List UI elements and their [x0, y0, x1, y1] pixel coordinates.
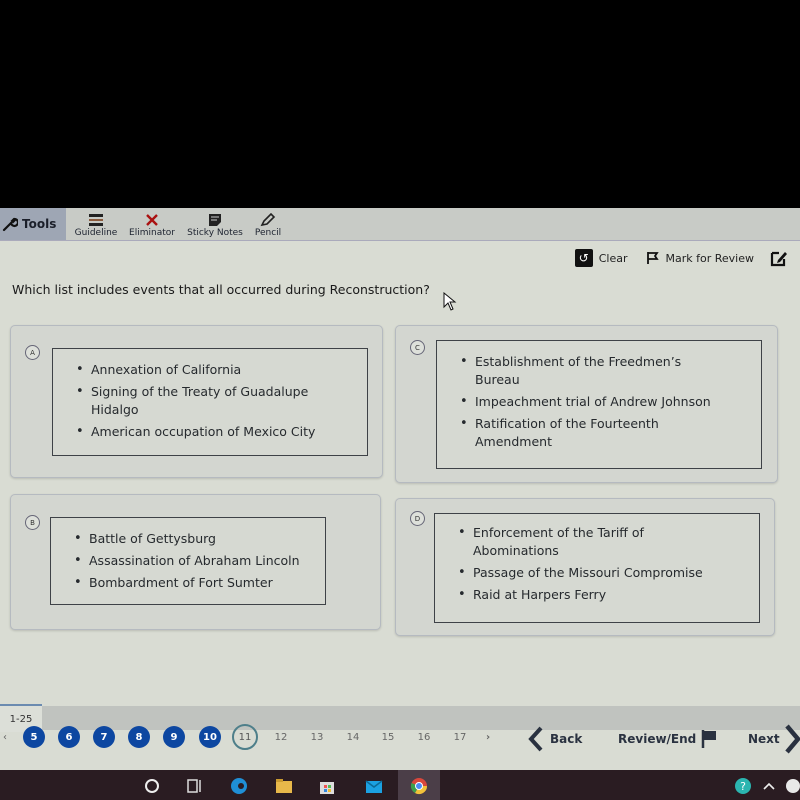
option-a-radio[interactable]: A — [25, 345, 40, 360]
toolbar: Tools Guideline Eliminator Sticky Notes … — [0, 208, 800, 241]
taskbar: ? — [0, 770, 800, 800]
current-page-button[interactable]: 11 — [232, 724, 258, 750]
chevron-right-icon — [784, 724, 800, 754]
back-label: Back — [550, 732, 583, 746]
tools-button[interactable]: Tools — [0, 208, 66, 240]
question-actions: ↺ Clear Mark for Review — [574, 246, 800, 270]
option-d-radio[interactable]: D — [410, 511, 425, 526]
option-c-item: Ratification of the Fourteenth Amendment — [460, 415, 721, 451]
page-button[interactable]: 17 — [449, 726, 471, 748]
page-button[interactable]: 7 — [93, 726, 115, 748]
option-a-item: American occupation of Mexico City — [76, 423, 347, 441]
page-button[interactable]: 14 — [342, 726, 364, 748]
option-b-list-box: Battle of Gettysburg Assassination of Ab… — [50, 517, 326, 605]
next-label: Next — [748, 732, 780, 746]
page-button[interactable]: 10 — [199, 726, 221, 748]
chevron-left-icon — [528, 726, 543, 752]
search-circle-icon[interactable] — [143, 777, 161, 795]
svg-text:?: ? — [740, 780, 746, 793]
option-b-item: Battle of Gettysburg — [74, 530, 325, 548]
question-navigator: 1-25 ‹ 5 6 7 8 9 10 11 12 13 14 15 16 17… — [0, 698, 800, 772]
option-a-list-box: Annexation of California Signing of the … — [52, 348, 368, 456]
edge-browser-icon[interactable] — [230, 777, 248, 795]
eliminator-tool[interactable]: Eliminator — [128, 208, 176, 240]
edit-note-icon[interactable] — [770, 249, 788, 267]
sticky-notes-label: Sticky Notes — [187, 228, 243, 238]
next-pages-arrow[interactable]: › — [477, 726, 499, 748]
option-d-item: Raid at Harpers Ferry — [458, 586, 689, 604]
option-c-item: Establishment of the Freedmen’s Bureau — [460, 353, 721, 389]
option-a-item: Annexation of California — [76, 361, 347, 379]
chrome-browser-icon[interactable] — [410, 777, 428, 795]
chevron-up-icon[interactable] — [760, 777, 778, 795]
option-a-card[interactable]: A Annexation of California Signing of th… — [10, 325, 383, 478]
eliminator-x-icon — [145, 212, 159, 228]
wrench-icon — [2, 217, 18, 232]
page-button[interactable]: 6 — [58, 726, 80, 748]
eliminator-label: Eliminator — [129, 228, 175, 238]
guideline-label: Guideline — [74, 228, 118, 238]
pencil-icon — [260, 212, 276, 228]
option-c-list-box: Establishment of the Freedmen’s Bureau I… — [436, 340, 762, 469]
tray-app-icon[interactable] — [784, 777, 800, 795]
page-button[interactable]: 12 — [270, 726, 292, 748]
flag-icon — [646, 252, 659, 264]
pencil-label: Pencil — [254, 228, 282, 238]
option-c-card[interactable]: C Establishment of the Freedmen’s Bureau… — [395, 325, 778, 483]
option-d-item: Passage of the Missouri Compromise — [458, 564, 759, 582]
back-button[interactable]: Back — [528, 724, 582, 754]
tools-label: Tools — [22, 217, 57, 231]
store-icon[interactable] — [318, 777, 336, 795]
test-screen: Tools Guideline Eliminator Sticky Notes … — [0, 208, 800, 800]
prev-pages-arrow[interactable]: ‹ — [0, 726, 16, 748]
sticky-notes-tool[interactable]: Sticky Notes — [186, 208, 244, 240]
next-button[interactable]: Next — [748, 724, 800, 754]
page-button[interactable]: 16 — [413, 726, 435, 748]
guideline-tool[interactable]: Guideline — [74, 208, 118, 240]
review-end-button[interactable]: Review/End — [618, 724, 718, 754]
mark-for-review-label: Mark for Review — [665, 251, 755, 265]
question-text: Which list includes events that all occu… — [12, 282, 430, 297]
page-button[interactable]: 5 — [23, 726, 45, 748]
file-explorer-icon[interactable] — [275, 777, 293, 795]
clear-label: Clear — [598, 251, 628, 265]
clear-button[interactable]: ↺ Clear — [574, 249, 628, 267]
guideline-icon — [88, 212, 104, 228]
option-b-card[interactable]: B Battle of Gettysburg Assassination of … — [10, 494, 381, 630]
option-b-item: Assassination of Abraham Lincoln — [74, 552, 325, 570]
option-d-item: Enforcement of the Tariff of Abomination… — [458, 524, 689, 560]
help-icon[interactable]: ? — [734, 777, 752, 795]
mouse-cursor-icon — [443, 292, 457, 311]
sticky-note-icon — [208, 212, 222, 228]
page-button[interactable]: 8 — [128, 726, 150, 748]
option-b-item: Bombardment of Fort Sumter — [74, 574, 325, 592]
option-b-radio[interactable]: B — [25, 515, 40, 530]
flag-icon — [702, 730, 717, 748]
mail-icon[interactable] — [365, 777, 383, 795]
option-a-item: Signing of the Treaty of Guadalupe Hidal… — [76, 383, 347, 419]
page-button[interactable]: 9 — [163, 726, 185, 748]
option-c-radio[interactable]: C — [410, 340, 425, 355]
option-c-item: Impeachment trial of Andrew Johnson — [460, 393, 761, 411]
page-button[interactable]: 15 — [377, 726, 399, 748]
pencil-tool[interactable]: Pencil — [252, 208, 284, 240]
task-view-icon[interactable] — [186, 777, 204, 795]
page-button[interactable]: 13 — [306, 726, 328, 748]
review-end-label: Review/End — [618, 732, 697, 746]
option-d-card[interactable]: D Enforcement of the Tariff of Abominati… — [395, 498, 775, 636]
option-d-list-box: Enforcement of the Tariff of Abomination… — [434, 513, 760, 623]
mark-for-review-button[interactable]: Mark for Review — [646, 251, 755, 265]
undo-icon: ↺ — [574, 249, 593, 267]
